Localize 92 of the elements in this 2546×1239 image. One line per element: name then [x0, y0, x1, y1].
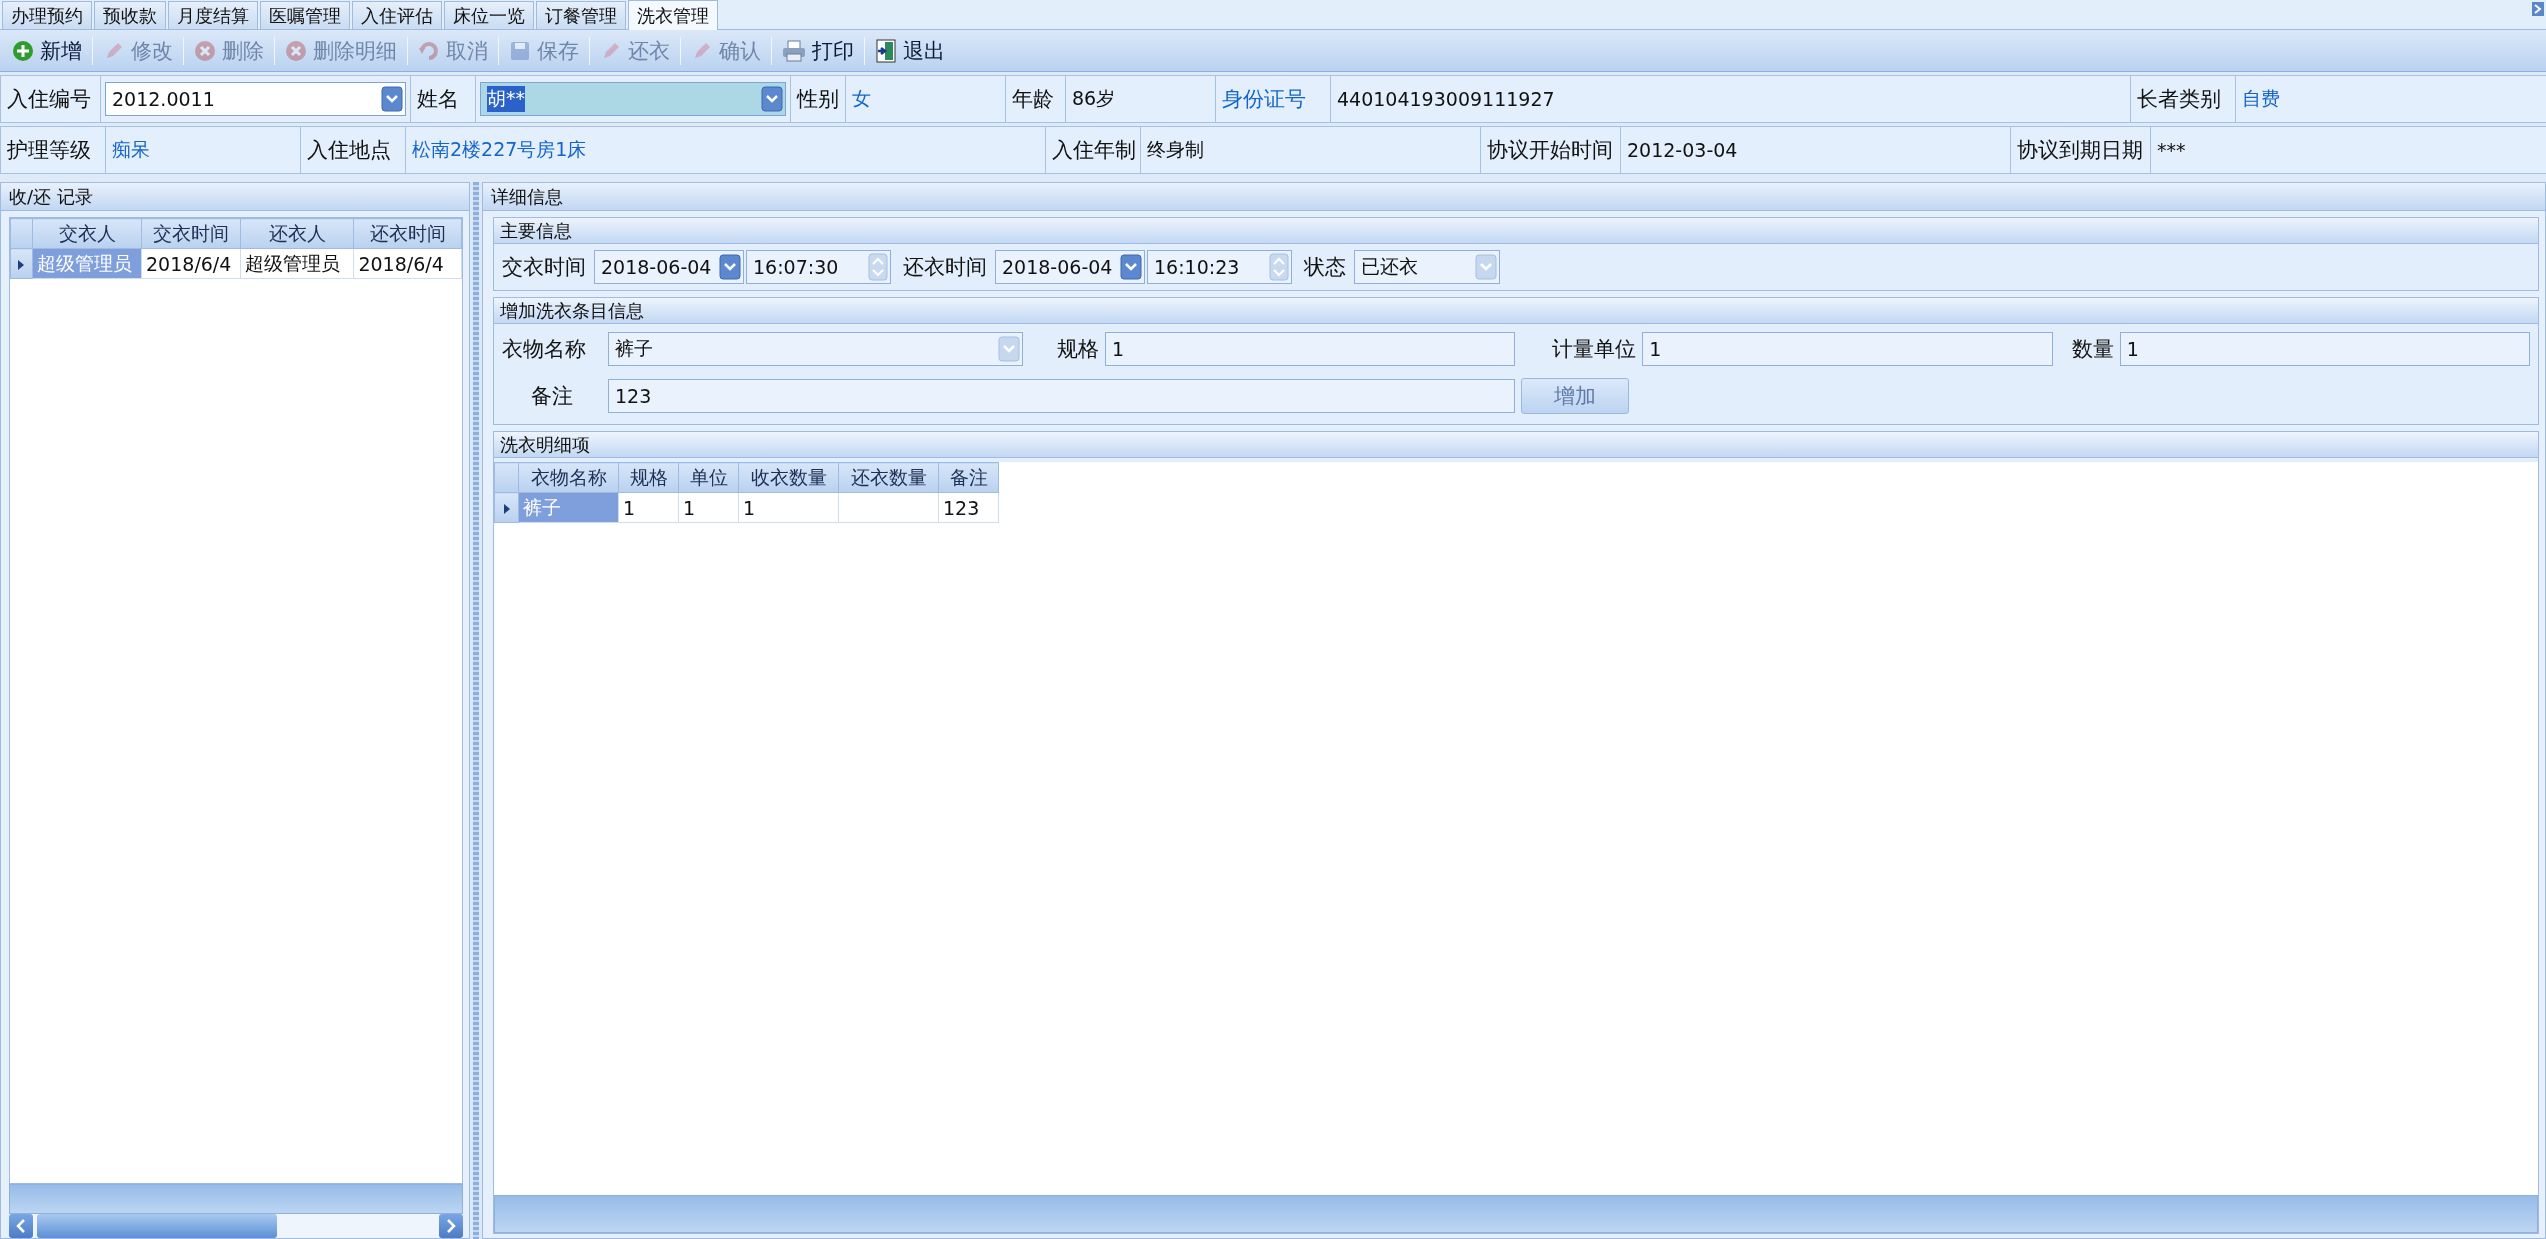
field-label: 备注 — [531, 383, 573, 410]
time-field[interactable]: 16:07:30 — [746, 250, 891, 284]
tab[interactable]: 预收款 — [94, 1, 166, 29]
field-value: *** — [2150, 127, 2546, 173]
field-value: 松南2楼227号房1床 — [405, 127, 1045, 173]
field-label: 性别 — [790, 76, 845, 122]
scrollbar[interactable] — [9, 1214, 463, 1238]
field-label: 入住年制 — [1045, 127, 1140, 173]
column-header[interactable]: 规格 — [618, 462, 679, 493]
dropdown-icon[interactable] — [1120, 254, 1142, 280]
field-label: 衣物名称 — [502, 336, 586, 363]
input-field[interactable]: 1 — [2119, 332, 2530, 366]
table-cell: 1 — [618, 492, 679, 523]
printer-icon — [782, 39, 806, 62]
column-header[interactable]: 单位 — [678, 462, 739, 493]
field-value: 终身制 — [1140, 127, 1480, 173]
field-label: 数量 — [2071, 336, 2114, 363]
exit-door-icon — [875, 38, 897, 63]
save-icon — [509, 39, 531, 62]
combo-box[interactable]: 已还衣 — [1354, 250, 1500, 284]
table-cell: 裤子 — [518, 492, 619, 523]
combo-box[interactable]: 2012.0011 — [105, 82, 406, 116]
column-header[interactable]: 收衣数量 — [738, 462, 839, 493]
close-icon — [194, 39, 216, 62]
field-label: 还衣时间 — [903, 254, 987, 281]
plus-icon — [12, 39, 34, 62]
group-title: 洗衣明细项 — [494, 432, 2538, 458]
field-value: 女 — [845, 76, 1005, 122]
field-label: 姓名 — [410, 76, 475, 122]
field-value: 440104193009111927 — [1330, 76, 2130, 122]
dropdown-icon[interactable] — [381, 86, 403, 112]
tab[interactable]: 医嘱管理 — [260, 1, 350, 29]
column-header[interactable]: 交衣时间 — [141, 218, 241, 249]
input-field[interactable]: 1 — [1105, 332, 1516, 366]
combo-box[interactable]: 裤子 — [608, 332, 1023, 366]
table-cell: 超级管理员 — [32, 248, 142, 279]
table-cell: 超级管理员 — [240, 248, 354, 279]
field-label: 护理等级 — [0, 127, 105, 173]
column-header[interactable]: 衣物名称 — [518, 462, 619, 493]
combo-box[interactable]: 胡** — [480, 82, 786, 116]
scroll-left-button[interactable] — [9, 1214, 33, 1238]
tab[interactable]: 入住评估 — [352, 1, 442, 29]
field-label: 身份证号 — [1215, 76, 1330, 122]
date-picker[interactable]: 2018-06-04 — [594, 250, 744, 284]
chevron-left-icon — [16, 1219, 26, 1233]
field-label: 入住地点 — [300, 127, 405, 173]
table-cell: 1 — [738, 492, 839, 523]
scroll-right-icon[interactable] — [2532, 2, 2544, 16]
field-value: 2012-03-04 — [1620, 127, 2010, 173]
toolbar-button[interactable]: 新增 — [6, 33, 88, 68]
column-header[interactable]: 备注 — [938, 462, 999, 493]
group-title: 增加洗衣条目信息 — [494, 298, 2538, 324]
field-label: 年龄 — [1005, 76, 1065, 122]
table-cell: 2018/6/4 — [141, 248, 241, 279]
scroll-right-button[interactable] — [439, 1214, 463, 1238]
input-field[interactable]: 1 — [1642, 332, 2053, 366]
toolbar-button[interactable]: 打印 — [776, 33, 860, 68]
field-label: 长者类别 — [2130, 76, 2235, 122]
field-label: 协议到期日期 — [2010, 127, 2150, 173]
field-label: 协议开始时间 — [1480, 127, 1620, 173]
column-header[interactable]: 还衣数量 — [838, 462, 939, 493]
tab[interactable]: 办理预约 — [2, 1, 92, 29]
dropdown-icon[interactable] — [761, 86, 783, 112]
input-field[interactable]: 123 — [608, 379, 1516, 413]
time-field[interactable]: 16:10:23 — [1147, 250, 1292, 284]
date-picker[interactable]: 2018-06-04 — [995, 250, 1145, 284]
field-value: 自费 — [2235, 76, 2546, 122]
tab[interactable]: 订餐管理 — [536, 1, 626, 29]
chevron-right-icon — [446, 1219, 456, 1233]
tab[interactable]: 床位一览 — [444, 1, 534, 29]
splitter[interactable] — [470, 182, 482, 1239]
table-cell: 2018/6/4 — [353, 248, 462, 279]
scroll-thumb[interactable] — [37, 1214, 277, 1238]
undo-icon — [418, 39, 440, 62]
column-header[interactable]: 交衣人 — [32, 218, 142, 249]
field-value: 痴呆 — [105, 127, 300, 173]
tab[interactable]: 月度结算 — [168, 1, 258, 29]
toolbar-button[interactable]: 退出 — [869, 33, 951, 68]
close-icon — [285, 39, 307, 62]
table-cell: 123 — [938, 492, 999, 523]
field-label: 入住编号 — [0, 76, 100, 122]
field-label: 计量单位 — [1552, 336, 1637, 363]
field-value: 86岁 — [1065, 76, 1215, 122]
table-cell: 1 — [678, 492, 739, 523]
tab[interactable]: 洗衣管理 — [628, 0, 718, 30]
group-title: 主要信息 — [494, 218, 2538, 244]
field-label: 交衣时间 — [502, 254, 586, 281]
field-label: 规格 — [1057, 336, 1099, 363]
field-label: 状态 — [1304, 254, 1346, 281]
column-header[interactable]: 还衣时间 — [353, 218, 462, 249]
column-header[interactable]: 还衣人 — [240, 218, 354, 249]
dropdown-icon[interactable] — [719, 254, 741, 280]
